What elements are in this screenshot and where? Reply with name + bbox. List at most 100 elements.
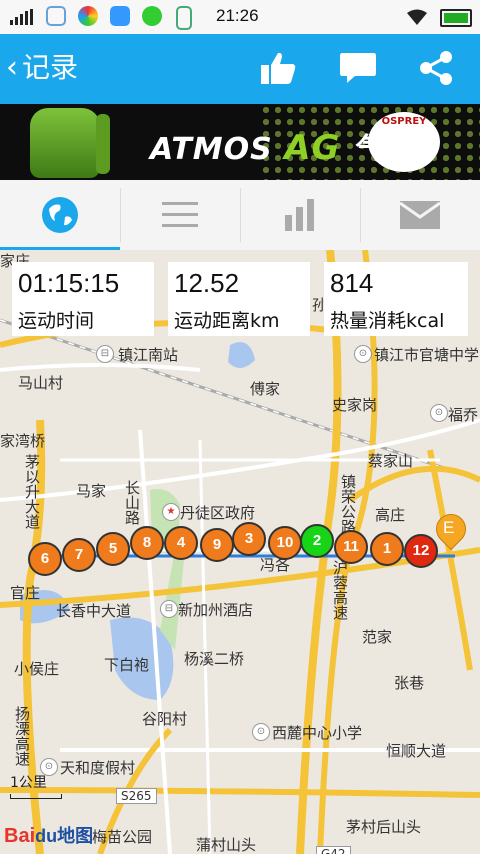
map-label: 官庄 bbox=[10, 584, 41, 602]
top-app-bar: ‹ 记录 bbox=[0, 34, 480, 104]
map-label: 丹徒区政府 bbox=[180, 504, 256, 522]
share-button[interactable] bbox=[414, 46, 458, 90]
stat-card-calories: 814 热量消耗kcal bbox=[324, 262, 468, 336]
tab-bar bbox=[0, 180, 480, 251]
school-icon: ⊙ bbox=[354, 345, 372, 363]
map-label: 福乔 bbox=[448, 406, 479, 424]
page-title: 记录 bbox=[22, 51, 79, 84]
duration-label: 运动时间 bbox=[18, 310, 95, 332]
school-icon: ⊙ bbox=[252, 723, 270, 741]
map-label: 谷阳村 bbox=[142, 710, 188, 728]
wifi-icon bbox=[407, 9, 427, 25]
bar-chart-icon bbox=[285, 199, 314, 231]
calories-label: 热量消耗kcal bbox=[330, 310, 445, 332]
map-label: 镇江南站 bbox=[118, 346, 179, 364]
start-marker[interactable]: 2 bbox=[300, 524, 334, 558]
map-label: 茅村后山头 bbox=[346, 818, 422, 836]
baidu-logo-suffix: du地图 bbox=[35, 826, 94, 846]
map-label: 下白袍 bbox=[104, 656, 150, 674]
route-map[interactable]: 家庄 镇江南站 镇江市官塘中学 马山村 傅家 史家岗 福乔 家湾桥 蔡家山 马家… bbox=[0, 250, 480, 854]
map-label: 小侯庄 bbox=[14, 660, 60, 678]
finish-marker[interactable]: 12 bbox=[404, 534, 438, 568]
baidu-map-logo: Baidu地图 bbox=[4, 822, 93, 848]
km-marker[interactable]: 11 bbox=[334, 530, 368, 564]
poi-icon: ⊙ bbox=[430, 404, 448, 422]
km-marker[interactable]: 4 bbox=[164, 526, 198, 560]
share-icon bbox=[420, 51, 452, 85]
map-label: 马山村 bbox=[18, 374, 64, 392]
road-label: 镇荣公路 bbox=[339, 474, 357, 534]
map-label: 张巷 bbox=[394, 674, 425, 692]
tab-chart[interactable] bbox=[240, 180, 360, 250]
map-label: 史家岗 bbox=[332, 396, 378, 414]
map-label: 蔡家山 bbox=[368, 452, 414, 470]
distance-label: 运动距离km bbox=[174, 310, 280, 332]
scale-label: 1公里 bbox=[10, 775, 47, 791]
road-label: 扬溧高速 bbox=[13, 706, 31, 766]
gallery-icon bbox=[46, 6, 66, 26]
map-label: 高庄 bbox=[375, 506, 406, 524]
mail-icon bbox=[400, 201, 440, 229]
list-icon bbox=[162, 202, 198, 227]
cloud-icon bbox=[110, 6, 130, 26]
hotel-icon: ⊟ bbox=[160, 600, 178, 618]
usb-icon bbox=[176, 6, 192, 30]
wechat-icon bbox=[142, 6, 162, 26]
map-label: 杨溪二桥 bbox=[184, 650, 245, 668]
km-marker[interactable]: 9 bbox=[200, 528, 234, 562]
battery-icon bbox=[440, 9, 472, 27]
clock: 21:26 bbox=[216, 6, 259, 25]
end-pin-label: E bbox=[443, 518, 455, 537]
globe-icon bbox=[42, 197, 78, 233]
tab-list[interactable] bbox=[120, 180, 240, 250]
road-shield: G42 bbox=[316, 846, 351, 854]
map-label: 镇江市官塘中学 bbox=[374, 346, 480, 364]
km-marker[interactable]: 3 bbox=[232, 522, 266, 556]
duration-value: 01:15:15 bbox=[18, 268, 120, 298]
ad-banner[interactable]: ATMOS AG 气流 OSPREY bbox=[0, 104, 480, 180]
map-label: 新加州酒店 bbox=[178, 601, 254, 619]
road-label: 长山路 bbox=[123, 480, 141, 525]
train-station-icon: ⊟ bbox=[96, 345, 114, 363]
backpack-image bbox=[30, 108, 100, 178]
scale-bar bbox=[10, 794, 62, 799]
brand-ag: AG bbox=[284, 128, 341, 168]
map-label: 西麓中心小学 bbox=[272, 724, 363, 742]
tab-messages[interactable] bbox=[360, 180, 480, 250]
calories-value: 814 bbox=[330, 268, 374, 298]
map-label: 恒顺大道 bbox=[386, 742, 447, 760]
thumbs-up-icon bbox=[261, 52, 296, 84]
stat-card-duration: 01:15:15 运动时间 bbox=[12, 262, 154, 336]
map-label: 家湾桥 bbox=[0, 432, 46, 450]
map-label: 梅苗公园 bbox=[92, 828, 153, 846]
tab-map[interactable] bbox=[0, 180, 120, 250]
map-label: 傅家 bbox=[250, 380, 281, 398]
road-shield: S265 bbox=[116, 788, 157, 804]
km-marker[interactable]: 10 bbox=[268, 526, 302, 560]
osprey-logo: OSPREY bbox=[368, 112, 440, 172]
back-button[interactable]: ‹ 记录 bbox=[6, 48, 78, 88]
comment-icon bbox=[340, 53, 376, 83]
km-marker[interactable]: 6 bbox=[28, 542, 62, 576]
km-marker[interactable]: 5 bbox=[96, 532, 130, 566]
map-label: 天和度假村 bbox=[60, 759, 136, 777]
status-bar: 21:26 bbox=[0, 0, 480, 34]
road-label: 茅以升大道 bbox=[23, 454, 41, 529]
map-label: 马家 bbox=[76, 482, 107, 500]
distance-value: 12.52 bbox=[174, 268, 240, 298]
map-scale: 1公里 bbox=[10, 772, 62, 799]
baidu-logo-text: Bai bbox=[4, 825, 36, 847]
km-marker[interactable]: 1 bbox=[370, 532, 404, 566]
backpack-strap bbox=[96, 114, 110, 174]
app-icon bbox=[78, 6, 98, 26]
map-label: 蒲村山头 bbox=[196, 836, 257, 854]
like-button[interactable] bbox=[256, 46, 300, 90]
road-label: 沪蓉高速 bbox=[331, 560, 349, 620]
km-marker[interactable]: 7 bbox=[62, 538, 96, 572]
brand-main: ATMOS bbox=[150, 132, 285, 167]
map-label: 范家 bbox=[362, 628, 393, 646]
comment-button[interactable] bbox=[336, 46, 380, 90]
map-label: 长香中大道 bbox=[56, 602, 132, 620]
km-marker[interactable]: 8 bbox=[130, 526, 164, 560]
government-icon: ★ bbox=[162, 503, 180, 521]
